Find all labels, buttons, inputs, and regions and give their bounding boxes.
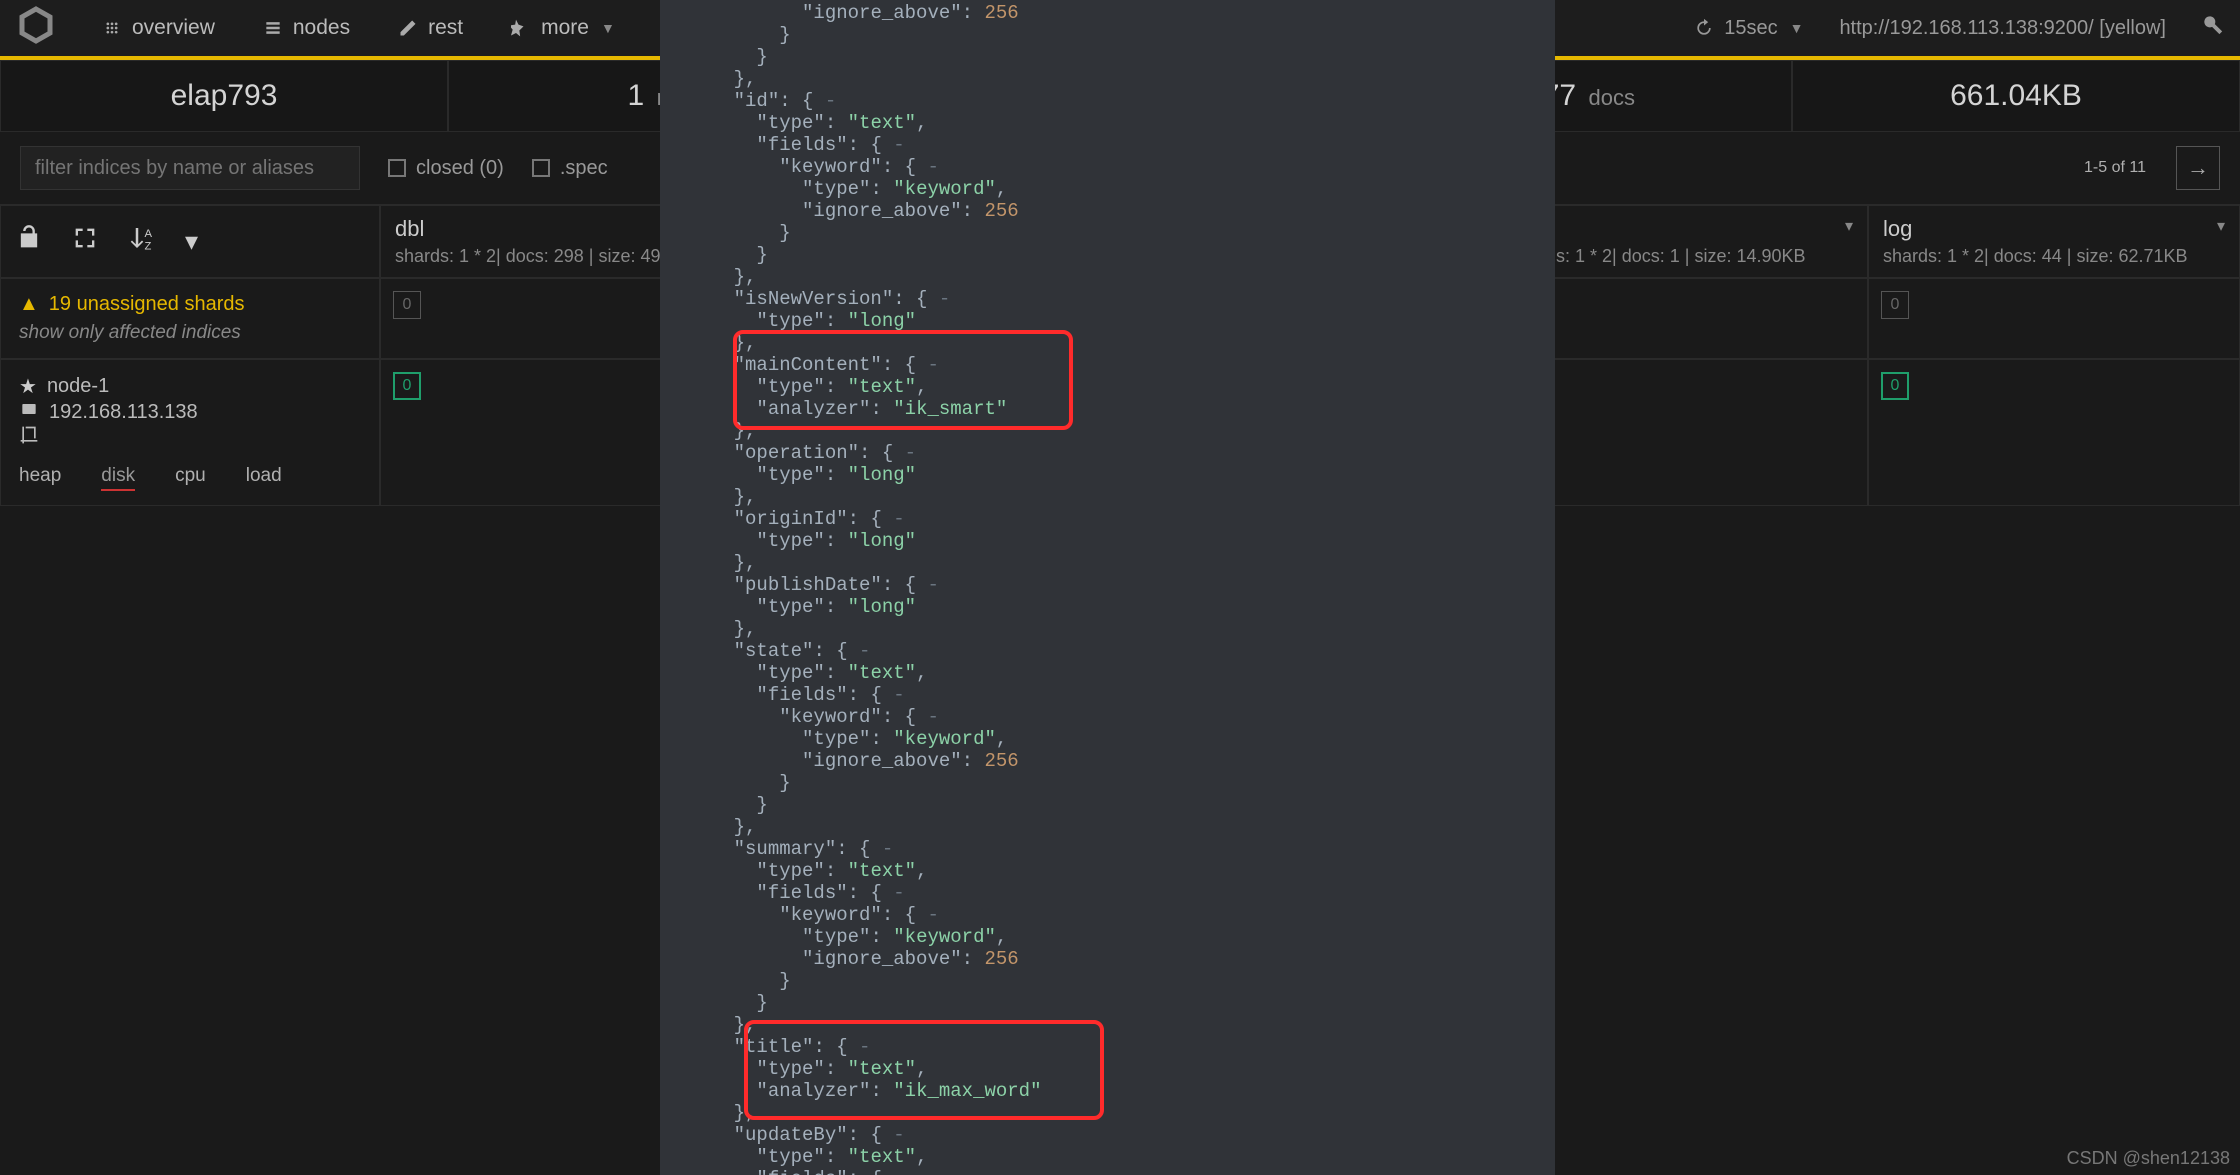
shard-cell: 0 — [1868, 278, 2240, 359]
spec-checkbox[interactable]: .spec — [532, 157, 608, 180]
refresh-interval-label: 15sec — [1724, 17, 1777, 40]
pager-text: 1-5 of 11 — [2084, 159, 2146, 177]
metric-heap: heap — [19, 465, 61, 491]
spec-label: .spec — [560, 157, 608, 180]
watermark: CSDN @shen12138 — [2067, 1148, 2230, 1169]
stat-size: 661.04KB — [1792, 60, 2240, 132]
checkbox-icon — [388, 159, 406, 177]
logo-icon — [16, 5, 56, 51]
warning-icon: ▲ — [19, 293, 39, 316]
cluster-name: elap793 — [171, 79, 278, 112]
nav-more[interactable]: more ▼ — [501, 10, 625, 46]
refresh-interval[interactable]: 15sec ▼ — [1694, 17, 1803, 40]
shard-badge[interactable]: 0 — [1881, 291, 1909, 319]
nav-rest-label: rest — [428, 16, 463, 40]
metric-cpu: cpu — [175, 465, 206, 491]
svg-text:Z: Z — [145, 240, 152, 252]
grid-tools: AZ ▾ — [0, 205, 380, 278]
star-icon: ★ — [19, 374, 37, 399]
unassigned-warning: ▲ 19 unassigned shards — [19, 293, 245, 316]
node-ip: 192.168.113.138 — [49, 401, 198, 424]
shard-cell: 0 — [1868, 359, 2240, 506]
crop-icon — [19, 425, 39, 451]
unlock-icon[interactable] — [15, 224, 43, 259]
expand-icon[interactable] — [71, 224, 99, 259]
index-name: log — [1883, 216, 1912, 242]
closed-checkbox[interactable]: closed (0) — [388, 157, 504, 180]
nav-overview-label: overview — [132, 16, 215, 40]
chevron-down-icon: ▼ — [1790, 20, 1804, 36]
nav-overview[interactable]: overview — [92, 10, 225, 46]
index-stats: shards: 1 * 2| docs: 44 | size: 62.71KB — [1883, 246, 2225, 267]
sort-az-icon[interactable]: AZ — [127, 223, 157, 260]
disk-icon — [19, 399, 39, 425]
closed-label: closed (0) — [416, 157, 504, 180]
wrench-icon[interactable] — [2202, 14, 2224, 42]
size-value: 661.04KB — [1950, 79, 2082, 112]
chevron-down-icon[interactable]: ▾ — [185, 226, 198, 257]
shard-badge[interactable]: 0 — [393, 372, 421, 400]
nav-nodes-label: nodes — [293, 16, 350, 40]
chevron-down-icon[interactable]: ▾ — [1845, 216, 1853, 242]
cluster-endpoint[interactable]: http://192.168.113.138:9200/ [yellow] — [1839, 17, 2166, 40]
shard-badge[interactable]: 0 — [393, 291, 421, 319]
nav-nodes[interactable]: nodes — [253, 10, 360, 46]
topbar-right: 15sec ▼ http://192.168.113.138:9200/ [ye… — [1694, 14, 2224, 42]
nav-rest[interactable]: rest — [388, 10, 473, 46]
node-info: ★ node-1 192.168.113.138 heap disk cpu l… — [0, 359, 380, 506]
svg-text:A: A — [145, 228, 153, 240]
nav-more-label: more — [541, 16, 589, 40]
filter-indices-input[interactable] — [20, 146, 360, 190]
pager-next-button[interactable]: → — [2176, 146, 2220, 190]
chevron-down-icon[interactable]: ▾ — [2217, 216, 2225, 242]
show-affected-link[interactable]: show only affected indices — [19, 322, 361, 344]
index-header[interactable]: log ▾ shards: 1 * 2| docs: 44 | size: 62… — [1868, 205, 2240, 278]
chevron-down-icon: ▼ — [601, 20, 615, 36]
stat-cluster: elap793 — [0, 60, 448, 132]
docs-label: docs — [1589, 85, 1635, 110]
node-name: node-1 — [47, 375, 109, 398]
shard-badge[interactable]: 0 — [1881, 372, 1909, 400]
nodes-value: 1 — [627, 79, 644, 112]
unassigned-info: ▲ 19 unassigned shards show only affecte… — [0, 278, 380, 359]
json-mapping-panel: "ignore_above": 256 } } }, "id": { - "ty… — [660, 0, 1555, 1175]
metric-disk: disk — [101, 465, 135, 491]
metric-load: load — [246, 465, 282, 491]
index-stats: shards: 1 * 2| docs: 1 | size: 14.90KB — [1511, 246, 1853, 267]
checkbox-icon — [532, 159, 550, 177]
